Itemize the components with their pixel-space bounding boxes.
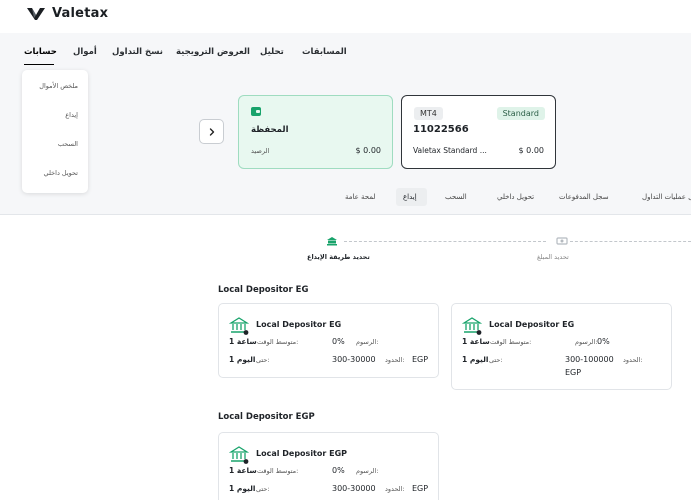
- tab-deposit[interactable]: إيداع: [403, 193, 417, 201]
- deposit-method-card[interactable]: Local Depositor EGP متوسط الوقت: 1 ساعة …: [218, 432, 439, 500]
- fees-value: 0%: [597, 337, 610, 346]
- nav-active-underline: [24, 64, 54, 65]
- until-label: حتى:: [256, 356, 270, 364]
- dropdown-item-deposit[interactable]: إيداع: [65, 111, 78, 119]
- nav-contests[interactable]: المسابقات: [302, 47, 347, 61]
- step-select-amount[interactable]: تحديد المبلغ: [537, 253, 569, 261]
- wallet-title: المحفظة: [251, 125, 289, 135]
- tab-withdraw[interactable]: السحب: [445, 193, 467, 201]
- nav-promotions[interactable]: العروض الترويجية: [176, 47, 250, 61]
- deposit-method-name: Local Depositor EGP: [256, 449, 347, 458]
- brand-name: Valetax: [52, 6, 109, 21]
- dropdown-item-funds-summary[interactable]: ملخص الأموال: [39, 82, 78, 90]
- nav-accounts[interactable]: حسابات: [24, 47, 57, 61]
- tab-overview[interactable]: لمحة عامة: [345, 193, 376, 201]
- step-select-method[interactable]: تحديد طريقة الإيداع: [307, 253, 370, 261]
- bank-icon: [462, 317, 482, 335]
- carousel-next-button[interactable]: [199, 119, 224, 144]
- dropdown-item-withdraw[interactable]: السحب: [58, 140, 78, 148]
- wallet-card[interactable]: المحفظة الرصيد $ 0.00: [238, 95, 393, 169]
- bank-step-icon: [327, 237, 337, 246]
- tabs-divider: [0, 214, 691, 215]
- valetax-logo-icon: [27, 7, 45, 20]
- avg-time-value: 1 ساعة: [229, 337, 257, 346]
- account-type-badge: Standard: [496, 107, 545, 120]
- deposit-method-name: Local Depositor EG: [256, 320, 342, 329]
- until-label: حتى:: [256, 485, 270, 493]
- fees-value: 0%: [332, 466, 345, 475]
- limits-value: 300-30000: [332, 355, 376, 364]
- limits-currency: EGP: [412, 484, 429, 493]
- account-name: Valetax Standard ...: [413, 146, 487, 155]
- limits-value: 300-100000: [565, 355, 614, 364]
- account-card[interactable]: MT4 Standard 11022566 Valetax Standard .…: [401, 95, 556, 169]
- account-balance: $ 0.00: [518, 146, 544, 155]
- dropdown-item-internal-transfer[interactable]: تحويل داخلي: [44, 169, 78, 177]
- top-bar: Valetax: [0, 0, 691, 32]
- bank-icon: [229, 317, 249, 335]
- until-value: 1 اليوم: [229, 355, 256, 364]
- limits-label: الحدود:: [385, 485, 405, 493]
- account-number: 11022566: [413, 124, 469, 135]
- brand-logo[interactable]: Valetax: [26, 6, 108, 21]
- accounts-dropdown-menu: ملخص الأموال إيداع السحب تحويل داخلي: [22, 70, 88, 193]
- nav-copy-trading[interactable]: نسخ التداول: [112, 47, 163, 61]
- deposit-method-card[interactable]: Local Depositor EG متوسط الوقت: 1 ساعة ا…: [218, 303, 439, 378]
- section-title-local-depositor-eg: Local Depositor EG: [218, 285, 309, 295]
- section-title-local-depositor-egp: Local Depositor EGP: [218, 412, 315, 422]
- fees-value: 0%: [332, 337, 345, 346]
- limits-label: الحدود:: [385, 356, 405, 364]
- platform-badge: MT4: [414, 107, 443, 120]
- deposit-method-card[interactable]: Local Depositor EG متوسط الوقت: 1 ساعة ا…: [451, 303, 672, 390]
- until-value: 1 اليوم: [462, 355, 489, 364]
- fees-label: الرسوم:: [575, 338, 598, 346]
- avg-time-value: 1 ساعة: [462, 337, 490, 346]
- fees-label: الرسوم:: [356, 338, 379, 346]
- wallet-icon: [251, 107, 261, 116]
- avg-time-label: متوسط الوقت:: [490, 338, 532, 346]
- tab-trading-history[interactable]: سجل عمليات التداول: [642, 193, 691, 201]
- fees-label: الرسوم:: [356, 467, 379, 475]
- avg-time-label: متوسط الوقت:: [257, 467, 299, 475]
- limits-label: الحدود:: [623, 356, 643, 364]
- nav-analysis[interactable]: تحليل: [260, 47, 284, 61]
- limits-value: 300-30000: [332, 484, 376, 493]
- limits-currency: EGP: [565, 368, 582, 377]
- bank-icon: [229, 446, 249, 464]
- chevron-right-icon: [209, 127, 214, 136]
- until-label: حتى:: [489, 356, 503, 364]
- limits-currency: EGP: [412, 355, 429, 364]
- tab-internal-transfer[interactable]: تحويل داخلي: [497, 193, 534, 201]
- money-step-icon: [556, 237, 568, 245]
- stepper-connector-2: [570, 241, 691, 242]
- deposit-method-name: Local Depositor EG: [489, 320, 575, 329]
- nav-funds[interactable]: أموال: [73, 47, 97, 61]
- tab-payment-history[interactable]: سجل المدفوعات: [559, 193, 609, 201]
- avg-time-value: 1 ساعة: [229, 466, 257, 475]
- wallet-balance-label: الرصيد: [251, 147, 270, 155]
- wallet-balance: $ 0.00: [355, 146, 381, 155]
- stepper-connector: [344, 241, 546, 242]
- until-value: 1 اليوم: [229, 484, 256, 493]
- avg-time-label: متوسط الوقت:: [257, 338, 299, 346]
